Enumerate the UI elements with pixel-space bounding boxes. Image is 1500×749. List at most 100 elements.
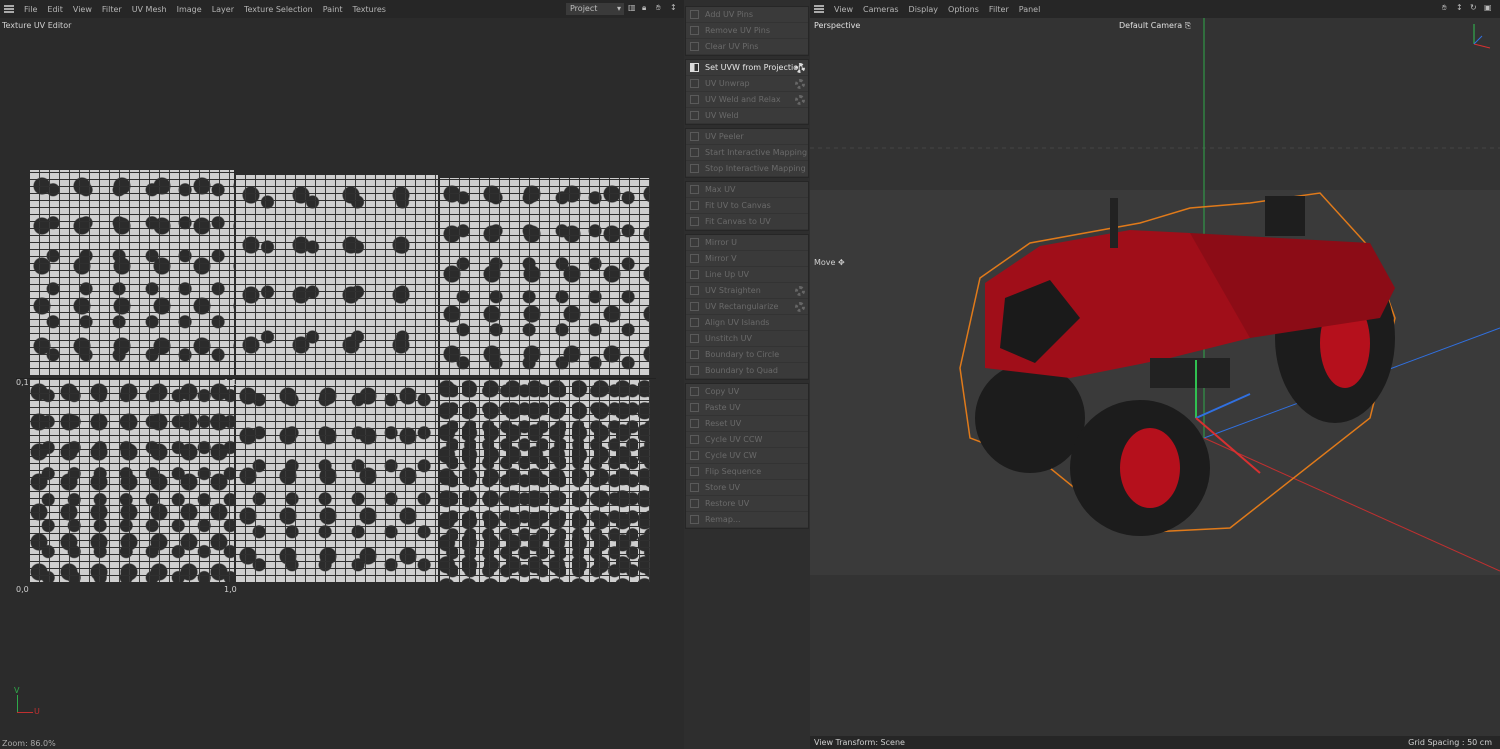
command-group: Max UV Fit UV to Canvas Fit Canvas to UV [685, 181, 809, 231]
uv-canvas[interactable] [30, 170, 650, 582]
command-label: Flip Sequence [705, 467, 762, 476]
hamburger-menu-icon[interactable] [4, 5, 14, 13]
camera-name: Default Camera [1119, 21, 1183, 30]
command-mirror-u[interactable]: Mirror U [686, 235, 808, 251]
maximize-icon[interactable]: ▣ [1484, 3, 1492, 12]
align-icon [690, 318, 699, 327]
stop-icon [690, 164, 699, 173]
weld-relax-icon [690, 95, 699, 104]
histogram-icon[interactable]: ▥ [628, 3, 636, 12]
command-uv-weld[interactable]: UV Weld [686, 108, 808, 124]
command-cycle-uv-ccw[interactable]: Cycle UV CCW [686, 432, 808, 448]
viewport-menubar: View Cameras Display Options Filter Pane… [810, 0, 1500, 18]
menu-texture-selection[interactable]: Texture Selection [244, 5, 313, 14]
hand-pan-icon[interactable]: ✋︎ [1442, 3, 1447, 13]
menu-display[interactable]: Display [909, 5, 939, 14]
menu-paint[interactable]: Paint [323, 5, 343, 14]
command-store-uv[interactable]: Store UV [686, 480, 808, 496]
remap-icon [690, 515, 699, 524]
command-label: Boundary to Quad [705, 366, 778, 375]
menu-layer[interactable]: Layer [212, 5, 234, 14]
command-uv-unwrap[interactable]: UV Unwrap [686, 76, 808, 92]
command-label: Cycle UV CW [705, 451, 757, 460]
menu-panel[interactable]: Panel [1019, 5, 1041, 14]
menu-cameras[interactable]: Cameras [863, 5, 899, 14]
copy-icon [690, 387, 699, 396]
move-icon[interactable]: ↕ [1456, 3, 1463, 12]
command-remap[interactable]: Remap... [686, 512, 808, 528]
uv-tile [30, 170, 234, 375]
menu-edit[interactable]: Edit [47, 5, 63, 14]
command-label: Cycle UV CCW [705, 435, 763, 444]
command-mirror-v[interactable]: Mirror V [686, 251, 808, 267]
command-copy-uv[interactable]: Copy UV [686, 384, 808, 400]
command-uv-peeler[interactable]: UV Peeler [686, 129, 808, 145]
rectangularize-icon [690, 302, 699, 311]
command-stop-interactive-mapping[interactable]: Stop Interactive Mapping [686, 161, 808, 177]
hand-pan-icon[interactable]: ✋︎ [656, 3, 661, 13]
command-boundary-to-circle[interactable]: Boundary to Circle [686, 347, 808, 363]
command-label: Align UV Islands [705, 318, 770, 327]
peeler-icon [690, 132, 699, 141]
gear-icon[interactable] [795, 95, 805, 105]
mode-select[interactable]: Project ▾ [566, 3, 624, 15]
quad-icon [690, 366, 699, 375]
command-uv-straighten[interactable]: UV Straighten [686, 283, 808, 299]
command-start-interactive-mapping[interactable]: Start Interactive Mapping [686, 145, 808, 161]
command-boundary-to-quad[interactable]: Boundary to Quad [686, 363, 808, 379]
menu-textures[interactable]: Textures [353, 5, 386, 14]
command-label: Remove UV Pins [705, 26, 770, 35]
menu-options[interactable]: Options [948, 5, 979, 14]
axis-u-label: U [34, 707, 40, 716]
command-uv-rectangularize[interactable]: UV Rectangularize [686, 299, 808, 315]
pin-remove-icon [690, 26, 699, 35]
status-bar: View Transform: Scene Grid Spacing : 50 … [810, 736, 1500, 749]
command-line-up-uv[interactable]: Line Up UV [686, 267, 808, 283]
command-reset-uv[interactable]: Reset UV [686, 416, 808, 432]
menu-view[interactable]: View [73, 5, 92, 14]
gear-icon[interactable] [795, 63, 805, 73]
command-cycle-uv-cw[interactable]: Cycle UV CW [686, 448, 808, 464]
command-unstitch-uv[interactable]: Unstitch UV [686, 331, 808, 347]
command-clear-uv-pins[interactable]: Clear UV Pins [686, 39, 808, 55]
command-paste-uv[interactable]: Paste UV [686, 400, 808, 416]
lock-icon[interactable]: 🔒︎ [642, 3, 646, 13]
command-add-uv-pins[interactable]: Add UV Pins [686, 7, 808, 23]
camera-selector[interactable]: Default Camera ⎘ [1119, 21, 1191, 31]
command-fit-uv-to-canvas[interactable]: Fit UV to Canvas [686, 198, 808, 214]
move-icon[interactable]: ↕ [670, 3, 677, 12]
command-max-uv[interactable]: Max UV [686, 182, 808, 198]
command-label: Boundary to Circle [705, 350, 780, 359]
command-remove-uv-pins[interactable]: Remove UV Pins [686, 23, 808, 39]
gear-icon[interactable] [795, 286, 805, 296]
unstitch-icon [690, 334, 699, 343]
view-name: Perspective [814, 21, 861, 30]
viewport-canvas[interactable] [810, 18, 1500, 738]
command-label: Clear UV Pins [705, 42, 759, 51]
menu-image[interactable]: Image [177, 5, 202, 14]
menu-filter[interactable]: Filter [102, 5, 122, 14]
pin-icon [690, 10, 699, 19]
command-fit-canvas-to-uv[interactable]: Fit Canvas to UV [686, 214, 808, 230]
menu-filter[interactable]: Filter [989, 5, 1009, 14]
gear-icon[interactable] [795, 79, 805, 89]
mode-select-value: Project [570, 4, 598, 13]
command-label: Mirror U [705, 238, 737, 247]
menu-view[interactable]: View [834, 5, 853, 14]
circle-icon [690, 350, 699, 359]
max-uv-icon [690, 185, 699, 194]
fit-icon [690, 201, 699, 210]
command-restore-uv[interactable]: Restore UV [686, 496, 808, 512]
command-align-uv-islands[interactable]: Align UV Islands [686, 315, 808, 331]
command-uv-weld-and-relax[interactable]: UV Weld and Relax [686, 92, 808, 108]
restore-icon [690, 499, 699, 508]
command-flip-sequence[interactable]: Flip Sequence [686, 464, 808, 480]
menu-file[interactable]: File [24, 5, 37, 14]
menu-uv-mesh[interactable]: UV Mesh [132, 5, 167, 14]
command-set-uvw-from-projection[interactable]: Set UVW from Projection [686, 60, 808, 76]
command-label: Fit Canvas to UV [705, 217, 771, 226]
hamburger-menu-icon[interactable] [814, 5, 824, 13]
play-icon [690, 148, 699, 157]
gear-icon[interactable] [795, 302, 805, 312]
rotate-icon[interactable]: ↻ [1470, 3, 1477, 12]
